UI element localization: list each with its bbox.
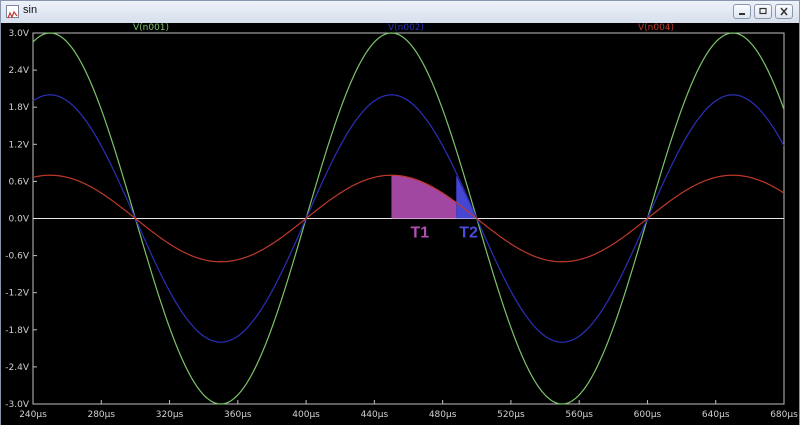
y-tick-label: -1.8V [5,326,30,336]
legend-vn001[interactable]: V(n001) [133,23,169,33]
x-tick-label: 280µs [87,410,115,420]
x-tick-label: 360µs [224,410,252,420]
x-tick-label: 320µs [156,410,184,420]
legend-vn002[interactable]: V(n002) [388,23,424,33]
restore-icon [759,7,767,15]
y-tick-label: 1.2V [9,140,30,150]
maximize-button[interactable] [754,4,772,19]
x-tick-label: 680µs [770,410,798,420]
y-tick-label: -0.6V [5,252,30,262]
waveform-chart[interactable]: 3.0V 2.4V 1.8V 1.2V 0.6V 0.0V -0.6V -1.2V -1.8V -… [1,23,799,425]
x-tick-label: 480µs [429,410,457,420]
legend-vn004[interactable]: V(n004) [638,23,674,33]
title-bar[interactable]: sin [1,1,799,24]
y-tick-label: 3.0V [9,29,30,39]
plot-window: sin 3.0V 2.4V 1.8V 1.2V 0.6V 0.0V -0.6V … [0,0,800,425]
waveform-plot-area[interactable]: 3.0V 2.4V 1.8V 1.2V 0.6V 0.0V -0.6V -1.2V -1.8V -… [1,23,799,425]
waveform-app-icon [6,5,19,19]
x-tick-label: 600µs [634,410,662,420]
x-tick-label: 440µs [361,410,389,420]
minimize-icon [739,13,745,15]
y-tick-label: 0.6V [9,177,30,187]
close-button[interactable] [775,4,793,19]
x-tick-label: 560µs [565,410,593,420]
close-icon [780,7,788,16]
y-tick-label: 0.0V [9,215,30,225]
x-tick-label: 640µs [702,410,730,420]
y-tick-label: -1.2V [5,289,30,299]
t1-label: T1 [411,225,430,242]
window-title: sin [23,4,38,16]
y-tick-label: 2.4V [9,66,30,76]
x-tick-label: 520µs [497,410,525,420]
y-tick-label: -3.0V [5,400,30,410]
t1-region [391,175,457,219]
minimize-button[interactable] [733,4,751,19]
x-tick-label: 400µs [292,410,320,420]
x-tick-label: 240µs [19,410,47,420]
y-tick-label: 1.8V [9,103,30,113]
t2-label: T2 [459,225,478,242]
y-tick-label: -2.4V [5,363,30,373]
